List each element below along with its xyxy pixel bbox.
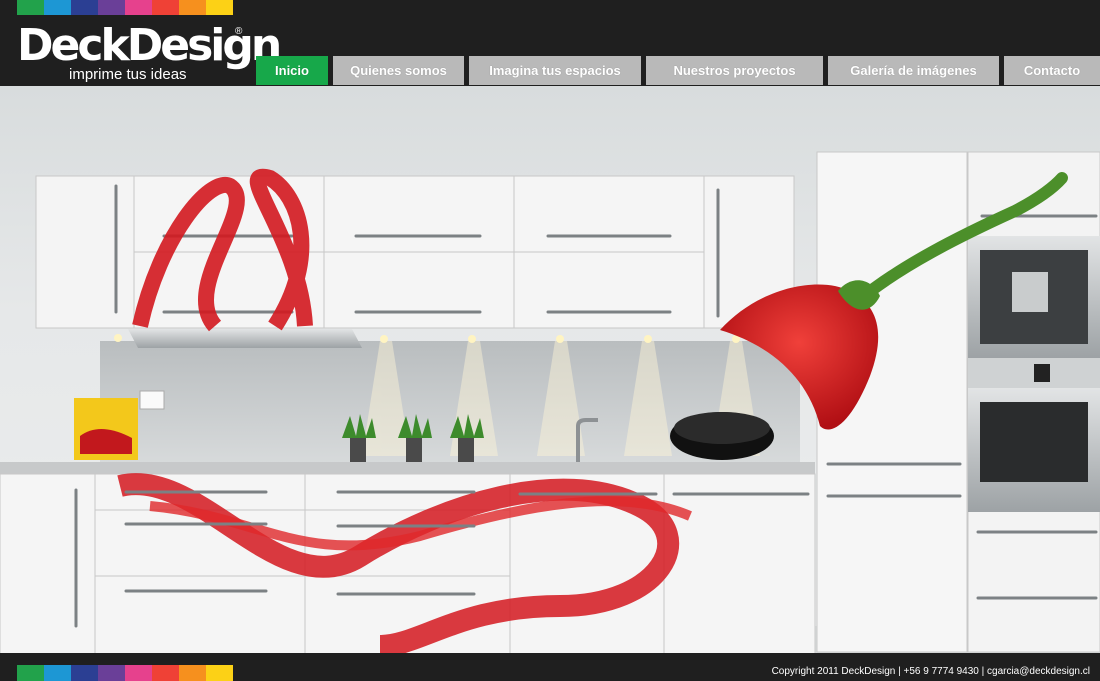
nav-item-imagina-tus-espacios[interactable]: Imagina tus espacios — [469, 56, 641, 85]
color-swatch — [125, 0, 152, 15]
nav-item-contacto[interactable]: Contacto — [1004, 56, 1100, 85]
color-swatch — [17, 665, 44, 681]
nav-item-nuestros-proyectos[interactable]: Nuestros proyectos — [646, 56, 823, 85]
copyright-text: Copyright 2011 DeckDesign | +56 9 7774 9… — [771, 666, 1090, 677]
hero-kitchen-image — [0, 86, 1100, 653]
nav-item-galeria[interactable]: Galería de imágenes — [828, 56, 999, 85]
color-swatch — [44, 0, 71, 15]
site-logo[interactable]: DeckDesign ® imprime tus ideas — [17, 22, 282, 84]
color-swatch — [44, 665, 71, 681]
logo-tagline: imprime tus ideas — [69, 66, 187, 83]
site-footer: Copyright 2011 DeckDesign | +56 9 7774 9… — [0, 653, 1100, 681]
color-swatch — [98, 665, 125, 681]
color-swatch — [71, 665, 98, 681]
color-swatch — [152, 665, 179, 681]
color-swatch — [206, 0, 233, 15]
color-swatch — [125, 665, 152, 681]
color-swatch — [98, 0, 125, 15]
nav-item-inicio[interactable]: Inicio — [256, 56, 328, 85]
nav-item-quienes-somos[interactable]: Quienes somos — [333, 56, 464, 85]
kitchen-illustration — [0, 151, 1100, 653]
color-swatch — [17, 0, 44, 15]
site-header: DeckDesign ® imprime tus ideas Inicio Qu… — [0, 0, 1100, 86]
color-strip-bottom — [17, 665, 233, 681]
color-swatch — [71, 0, 98, 15]
color-swatch — [206, 665, 233, 681]
color-strip-top — [17, 0, 233, 15]
color-swatch — [179, 0, 206, 15]
color-swatch — [179, 665, 206, 681]
registered-mark: ® — [235, 26, 243, 37]
color-swatch — [152, 0, 179, 15]
